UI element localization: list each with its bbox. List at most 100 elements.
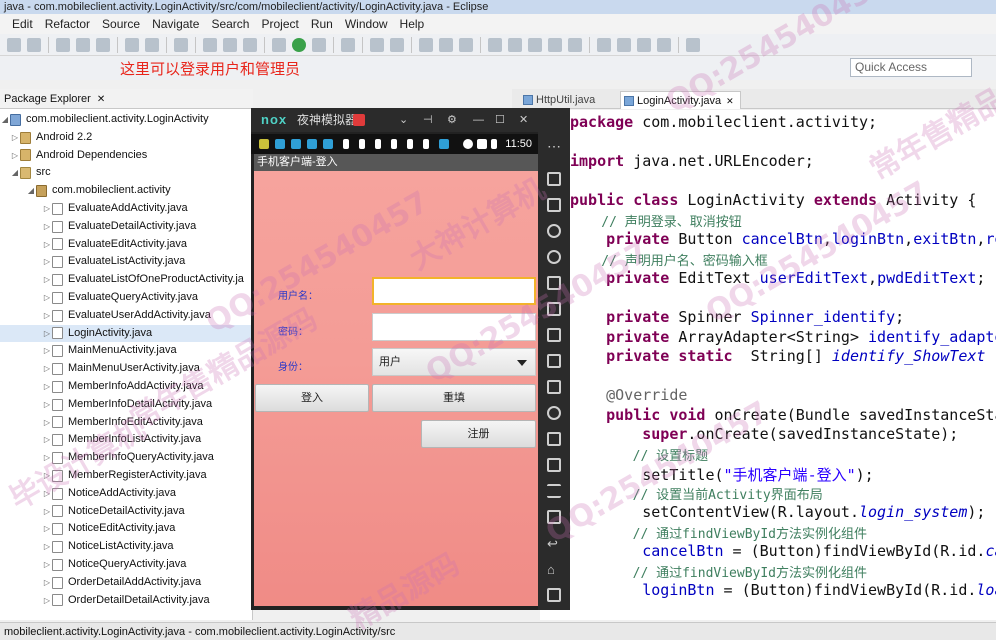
collapse-icon[interactable]: ▷ <box>42 253 52 271</box>
identity-select[interactable]: 用户 <box>372 348 536 376</box>
username-input[interactable] <box>372 277 536 305</box>
shake-icon[interactable] <box>547 406 561 420</box>
tree-file[interactable]: ▷ LoginActivity.java <box>0 324 253 343</box>
pin-icon[interactable] <box>686 37 700 52</box>
tree-src[interactable]: ◢ src <box>0 164 253 182</box>
outline-icon[interactable] <box>528 37 542 52</box>
collapse-icon[interactable]: ▷ <box>42 325 52 343</box>
expand-icon[interactable]: ◢ <box>26 182 36 200</box>
save-icon[interactable] <box>56 37 70 52</box>
collapse-icon[interactable]: ▷ <box>42 342 52 360</box>
reset-button[interactable]: 重填 <box>372 384 536 412</box>
checkbox-icon[interactable] <box>174 37 188 52</box>
collapse-icon[interactable]: ▷ <box>10 147 20 165</box>
collapse-icon[interactable]: ▷ <box>42 218 52 236</box>
tree-file[interactable]: ▷ EvaluateAddActivity.java <box>0 200 253 218</box>
collapse-icon[interactable]: ▷ <box>42 503 52 521</box>
screenshot-icon[interactable] <box>547 432 561 446</box>
quick-access-input[interactable]: Quick Access <box>850 58 972 77</box>
tree-file[interactable]: ▷ OrderDetailAddActivity.java <box>0 574 253 592</box>
menu-source[interactable]: Source <box>102 14 140 34</box>
gear-icon[interactable]: ⚙ <box>447 108 457 132</box>
menu-help[interactable]: Help <box>400 14 425 34</box>
more-icon[interactable]: ⋯ <box>547 138 561 154</box>
open-file-icon[interactable] <box>439 37 453 52</box>
edit-icon[interactable] <box>459 37 473 52</box>
menu-run[interactable]: Run <box>311 14 333 34</box>
tree-file[interactable]: ▷ EvaluateQueryActivity.java <box>0 289 253 307</box>
tree-file[interactable]: ▷ MemberRegisterActivity.java <box>0 467 253 485</box>
pin-icon[interactable]: ⊣ <box>423 108 433 132</box>
collapse-icon[interactable]: ▷ <box>42 289 52 307</box>
new-java-package-icon[interactable] <box>370 37 384 52</box>
recent-apps-icon[interactable] <box>547 588 561 602</box>
home-icon[interactable]: ⌂ <box>547 562 561 577</box>
new-dropdown-icon[interactable] <box>27 37 41 52</box>
volume-up-icon[interactable] <box>547 328 561 342</box>
tree-file[interactable]: ▷ OrderDetailDetailActivity.java <box>0 592 253 610</box>
collapse-icon[interactable]: ▷ <box>42 467 52 485</box>
phone-icon[interactable] <box>547 172 561 186</box>
collapse-icon[interactable]: ▷ <box>10 129 20 147</box>
collapse-icon[interactable]: ▷ <box>42 200 52 218</box>
collapse-icon[interactable]: ▷ <box>42 592 52 610</box>
android-avd-icon[interactable] <box>145 37 159 52</box>
menu-project[interactable]: Project <box>261 14 298 34</box>
tree-package[interactable]: ◢ com.mobileclient.activity <box>0 182 253 200</box>
tree-lib-android[interactable]: ▷ Android 2.2 <box>0 129 253 147</box>
forward-icon[interactable] <box>657 37 671 52</box>
chevron-down-icon[interactable]: ⌄ <box>399 108 408 132</box>
print-icon[interactable] <box>96 37 110 52</box>
tree-file[interactable]: ▷ MemberInfoDetailActivity.java <box>0 396 253 414</box>
collapse-icon[interactable]: ▷ <box>42 520 52 538</box>
search-icon[interactable] <box>223 37 237 52</box>
tree-file[interactable]: ▷ NoticeAddActivity.java <box>0 485 253 503</box>
tree-file[interactable]: ▷ EvaluateListActivity.java <box>0 253 253 271</box>
login-button[interactable]: 登入 <box>255 384 369 412</box>
expand-icon[interactable]: ◢ <box>10 164 20 182</box>
expand-icon[interactable]: ◢ <box>0 111 10 129</box>
tree-file[interactable]: ▷ MainMenuUserActivity.java <box>0 360 253 378</box>
record-icon[interactable] <box>547 510 561 524</box>
collapse-icon[interactable]: ▷ <box>42 378 52 396</box>
annotation-icon[interactable] <box>488 37 502 52</box>
tree-file[interactable]: ▷ EvaluateListOfOneProductActivity.ja <box>0 271 253 289</box>
next-annotation-icon[interactable] <box>597 37 611 52</box>
tree-file[interactable]: ▷ EvaluateEditActivity.java <box>0 236 253 254</box>
external-tools-icon[interactable] <box>312 37 326 52</box>
open-folder-icon[interactable] <box>419 37 433 52</box>
menu-icon[interactable] <box>547 484 561 498</box>
menu-edit[interactable]: Edit <box>12 14 33 34</box>
volume-down-icon[interactable] <box>547 354 561 368</box>
tree-file[interactable]: ▷ NoticeEditActivity.java <box>0 520 253 538</box>
code-editor[interactable]: 1 package com.mobileclient.activity; imp… <box>540 110 996 620</box>
screen-icon[interactable] <box>547 276 561 290</box>
collapse-icon[interactable]: ▷ <box>42 271 52 289</box>
password-input[interactable] <box>372 313 536 341</box>
register-button[interactable]: 注册 <box>421 420 536 448</box>
android-sdk-icon[interactable] <box>125 37 139 52</box>
tree-file[interactable]: ▷ MainMenuActivity.java <box>0 342 253 360</box>
back-icon[interactable]: ↩ <box>547 536 561 551</box>
tree-file[interactable]: ▷ NoticeQueryActivity.java <box>0 556 253 574</box>
tree-file[interactable]: ▷ EvaluateUserAddActivity.java <box>0 307 253 325</box>
warning-icon[interactable] <box>353 114 365 126</box>
collapse-icon[interactable]: ▷ <box>42 414 52 432</box>
tab-loginactivity[interactable]: LoginActivity.java ✕ <box>620 91 741 109</box>
menu-window[interactable]: Window <box>345 14 388 34</box>
minimize-icon[interactable]: — <box>473 108 484 132</box>
save-all-icon[interactable] <box>76 37 90 52</box>
bookmark-icon[interactable] <box>568 37 582 52</box>
emulator-title-bar[interactable]: nox 夜神模拟器 ⌄ ⊣ ⚙ — ☐ ✕ <box>251 108 570 132</box>
tree-file[interactable]: ▷ MemberInfoEditActivity.java <box>0 414 253 432</box>
collapse-icon[interactable]: ▷ <box>42 449 52 467</box>
open-type-icon[interactable] <box>203 37 217 52</box>
tree-file[interactable]: ▷ MemberInfoAddActivity.java <box>0 378 253 396</box>
location-icon[interactable] <box>547 250 561 264</box>
tree-file[interactable]: ▷ NoticeDetailActivity.java <box>0 503 253 521</box>
pen-icon[interactable] <box>341 37 355 52</box>
scissors-icon[interactable] <box>547 224 561 238</box>
keyboard-icon[interactable] <box>547 198 561 212</box>
collapse-icon[interactable]: ▷ <box>42 396 52 414</box>
collapse-icon[interactable]: ▷ <box>42 236 52 254</box>
